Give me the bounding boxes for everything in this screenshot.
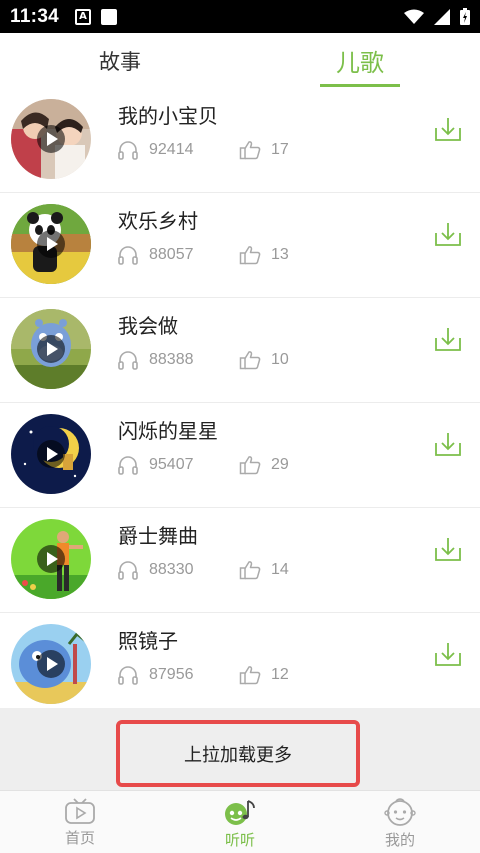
- baby-face-icon: [384, 798, 416, 826]
- nav-home[interactable]: 首页: [0, 791, 160, 853]
- download-icon: [435, 643, 461, 666]
- play-icon: [37, 440, 65, 468]
- list-item[interactable]: 闪烁的星星 95407 29: [0, 403, 480, 508]
- like-count: 13: [271, 246, 289, 263]
- like-count: 14: [271, 561, 289, 578]
- download-button[interactable]: [434, 221, 462, 251]
- play-icon: [37, 335, 65, 363]
- list-item[interactable]: 照镜子 87956 12: [0, 613, 480, 718]
- song-thumbnail: [11, 309, 91, 389]
- play-count: 92414: [149, 141, 194, 158]
- wifi-icon: [404, 9, 424, 24]
- headphones-icon: [117, 665, 139, 685]
- like-count: 29: [271, 456, 289, 473]
- headphones-icon: [117, 245, 139, 265]
- download-button[interactable]: [434, 326, 462, 356]
- play-icon: [37, 230, 65, 258]
- thumbs-up-icon: [239, 140, 261, 160]
- download-icon: [435, 433, 461, 456]
- signal-icon: [434, 8, 450, 25]
- play-count: 88388: [149, 351, 194, 368]
- download-icon: [435, 223, 461, 246]
- status-bar: 11:34 A: [0, 0, 480, 33]
- like-count: 10: [271, 351, 289, 368]
- list-item[interactable]: 爵士舞曲 88330 14: [0, 508, 480, 613]
- thumbs-up-icon: [239, 560, 261, 580]
- like-count: 17: [271, 141, 289, 158]
- play-count: 88330: [149, 561, 194, 578]
- play-icon: [37, 125, 65, 153]
- thumbs-up-icon: [239, 245, 261, 265]
- play-icon: [37, 650, 65, 678]
- list-item[interactable]: 我的小宝贝 92414 17: [0, 88, 480, 193]
- song-thumbnail: [11, 204, 91, 284]
- song-title: 爵士舞曲: [118, 524, 198, 548]
- tv-icon: [65, 798, 95, 824]
- headphones-icon: [117, 350, 139, 370]
- play-count: 88057: [149, 246, 194, 263]
- battery-icon: [460, 8, 470, 25]
- download-icon: [435, 328, 461, 351]
- song-title: 闪烁的星星: [118, 419, 218, 443]
- song-thumbnail: [11, 99, 91, 179]
- song-title: 我的小宝贝: [118, 104, 218, 128]
- thumbs-up-icon: [239, 350, 261, 370]
- thumbs-up-icon: [239, 665, 261, 685]
- nav-mine-label: 我的: [384, 831, 415, 849]
- download-icon: [435, 538, 461, 561]
- song-thumbnail: [11, 414, 91, 494]
- download-icon: [435, 118, 461, 141]
- nav-listen[interactable]: 听听: [160, 791, 320, 853]
- status-time: 11:34: [10, 5, 60, 27]
- download-button[interactable]: [434, 536, 462, 566]
- category-tabs: 故事 儿歌: [0, 33, 480, 88]
- headphones-icon: [117, 140, 139, 160]
- list-item[interactable]: 我会做 88388 10: [0, 298, 480, 403]
- nav-mine[interactable]: 我的: [320, 791, 480, 853]
- song-thumbnail: [11, 519, 91, 599]
- tab-songs[interactable]: 儿歌: [320, 33, 400, 88]
- play-count: 95407: [149, 456, 194, 473]
- load-more-button[interactable]: 上拉加载更多: [116, 720, 360, 787]
- song-title: 欢乐乡村: [118, 209, 198, 233]
- tab-stories[interactable]: 故事: [60, 33, 180, 88]
- download-button[interactable]: [434, 431, 462, 461]
- play-count: 87956: [149, 666, 194, 683]
- active-tab-indicator: [320, 84, 400, 87]
- song-title: 我会做: [118, 314, 178, 338]
- headphones-icon: [117, 455, 139, 475]
- list-item[interactable]: 欢乐乡村 88057 13: [0, 193, 480, 298]
- headphones-icon: [117, 560, 139, 580]
- song-title: 照镜子: [118, 629, 178, 653]
- like-count: 12: [271, 666, 289, 683]
- notification-square-icon: [101, 8, 118, 25]
- play-icon: [37, 545, 65, 573]
- download-button[interactable]: [434, 116, 462, 146]
- thumbs-up-icon: [239, 455, 261, 475]
- nav-listen-label: 听听: [224, 831, 255, 849]
- download-button[interactable]: [434, 641, 462, 671]
- nav-home-label: 首页: [64, 829, 95, 847]
- load-more-area: 上拉加载更多: [0, 708, 480, 790]
- bottom-nav: 首页 听听 我的: [0, 790, 480, 853]
- music-note-icon: [225, 800, 255, 825]
- song-list: 我的小宝贝 92414 17 欢乐乡村 88057 13 我会做 88388 1…: [0, 88, 480, 718]
- song-thumbnail: [11, 624, 91, 704]
- keyboard-a-icon: A: [75, 8, 92, 25]
